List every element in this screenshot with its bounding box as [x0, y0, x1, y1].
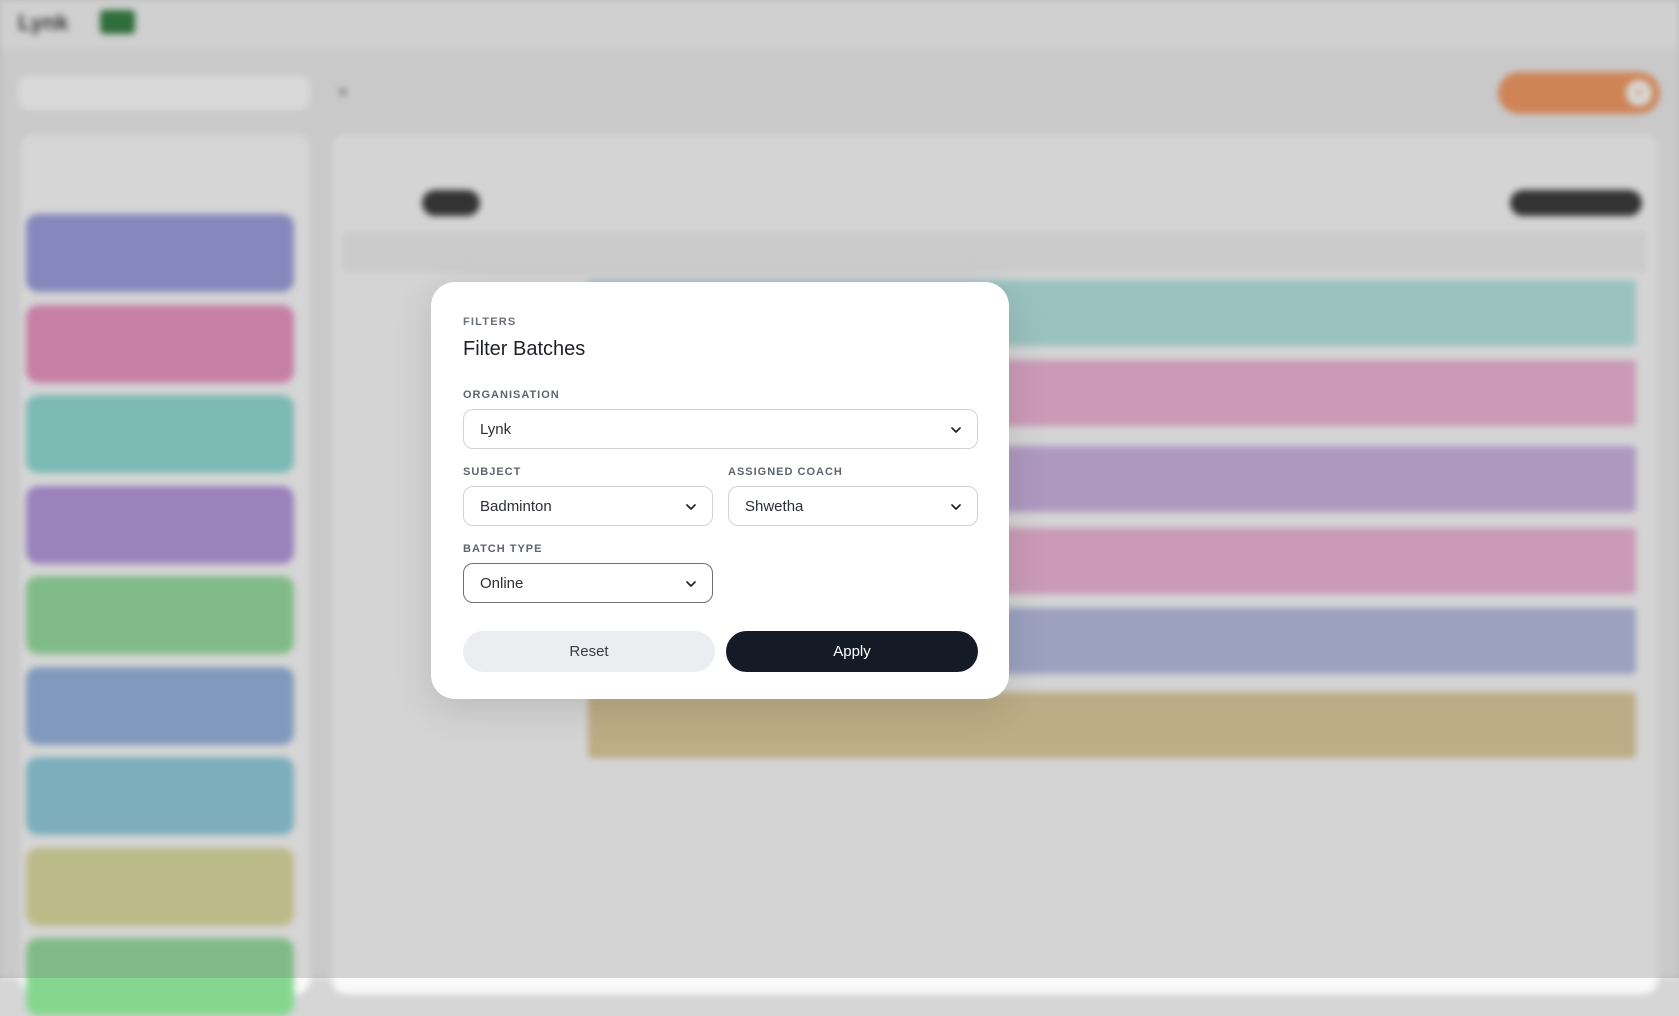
chevron-down-icon: [951, 504, 961, 510]
modal-overline: FILTERS: [463, 316, 517, 328]
batch-type-value: Online: [480, 575, 524, 592]
reset-button[interactable]: Reset: [463, 631, 715, 672]
batch-type-select[interactable]: Online: [463, 563, 713, 603]
assigned-coach-select[interactable]: Shwetha: [728, 486, 978, 526]
subject-select[interactable]: Badminton: [463, 486, 713, 526]
modal-title: Filter Batches: [463, 338, 586, 360]
batch-type-label: BATCH TYPE: [463, 543, 543, 555]
organisation-value: Lynk: [480, 421, 512, 438]
apply-button[interactable]: Apply: [726, 631, 978, 672]
assigned-coach-value: Shwetha: [745, 498, 804, 515]
subject-label: SUBJECT: [463, 466, 522, 478]
organisation-label: ORGANISATION: [463, 389, 560, 401]
filter-batches-modal: FILTERS Filter Batches ORGANISATION Lynk…: [431, 282, 1009, 699]
subject-value: Badminton: [480, 498, 552, 515]
organisation-select[interactable]: Lynk: [463, 409, 978, 449]
chevron-down-icon: [951, 427, 961, 433]
chevron-down-icon: [686, 581, 696, 587]
assigned-coach-label: ASSIGNED COACH: [728, 466, 843, 478]
chevron-down-icon: [686, 504, 696, 510]
